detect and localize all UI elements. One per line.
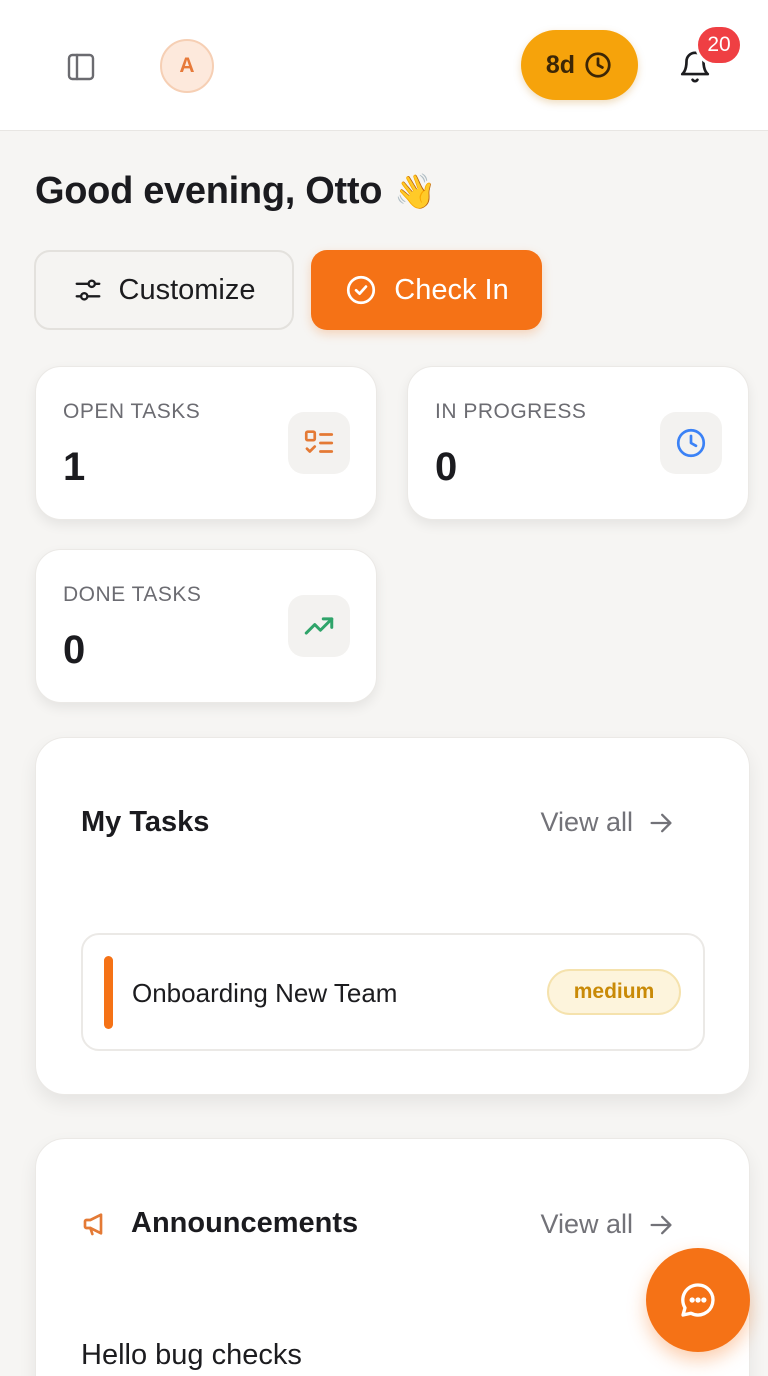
announcements-view-all-link[interactable]: View all bbox=[540, 1209, 675, 1240]
user-avatar[interactable]: A bbox=[160, 39, 214, 93]
my-tasks-panel: My Tasks View all Onboarding New Team me… bbox=[35, 737, 750, 1095]
chat-fab-button[interactable] bbox=[646, 1248, 750, 1352]
avatar-initial: A bbox=[179, 54, 195, 77]
customize-button[interactable]: Customize bbox=[34, 250, 294, 330]
top-bar: A 8d 20 bbox=[0, 0, 768, 131]
customize-label: Customize bbox=[118, 273, 256, 306]
stat-value: 0 bbox=[63, 628, 86, 672]
stat-value: 1 bbox=[63, 445, 86, 489]
trending-up-icon bbox=[288, 595, 350, 657]
my-tasks-title-text: My Tasks bbox=[81, 806, 210, 838]
task-title: Onboarding New Team bbox=[132, 978, 398, 1008]
sidebar-panel-icon bbox=[67, 53, 95, 81]
stat-label: IN PROGRESS bbox=[435, 400, 587, 423]
announcements-panel: Announcements View all Hello bug checks bbox=[35, 1138, 750, 1376]
check-circle-icon bbox=[347, 275, 376, 305]
greeting-text: Good evening, Otto bbox=[35, 170, 383, 212]
my-tasks-view-all-link[interactable]: View all bbox=[540, 807, 675, 838]
stat-value: 0 bbox=[435, 445, 458, 489]
waving-hand-icon: 👋 bbox=[394, 172, 437, 211]
stat-label: OPEN TASKS bbox=[63, 400, 201, 423]
check-in-button[interactable]: Check In bbox=[311, 250, 542, 330]
notification-count-badge: 20 bbox=[695, 24, 743, 66]
view-all-label: View all bbox=[540, 1209, 633, 1239]
check-in-label: Check In bbox=[394, 273, 509, 306]
announcement-item[interactable]: Hello bug checks bbox=[81, 1339, 302, 1372]
sliders-icon bbox=[75, 279, 100, 301]
task-priority-bar bbox=[104, 956, 113, 1029]
announcements-title-text: Announcements bbox=[131, 1207, 359, 1239]
streak-label: 8d bbox=[545, 50, 576, 79]
task-row[interactable]: Onboarding New Team medium bbox=[81, 933, 705, 1051]
stat-card-done-tasks[interactable]: DONE TASKS 0 bbox=[35, 549, 377, 703]
sidebar-toggle-button[interactable] bbox=[60, 46, 102, 88]
arrow-right-icon bbox=[650, 813, 672, 832]
chat-bubble-icon bbox=[681, 1283, 715, 1317]
page-greeting: Good evening, Otto 👋 bbox=[35, 170, 436, 213]
priority-badge: medium bbox=[547, 969, 681, 1015]
clock-icon bbox=[585, 52, 611, 78]
view-all-label: View all bbox=[540, 807, 633, 837]
arrow-right-icon bbox=[650, 1215, 672, 1234]
stat-card-open-tasks[interactable]: OPEN TASKS 1 bbox=[35, 366, 377, 520]
stat-label: DONE TASKS bbox=[63, 583, 202, 606]
streak-badge[interactable]: 8d bbox=[521, 30, 638, 100]
my-tasks-title: My Tasks bbox=[81, 806, 209, 839]
megaphone-icon bbox=[83, 1212, 103, 1235]
clock-icon bbox=[660, 412, 722, 474]
checklist-icon bbox=[288, 412, 350, 474]
stat-card-in-progress[interactable]: IN PROGRESS 0 bbox=[407, 366, 749, 520]
announcements-title: Announcements bbox=[81, 1207, 358, 1240]
